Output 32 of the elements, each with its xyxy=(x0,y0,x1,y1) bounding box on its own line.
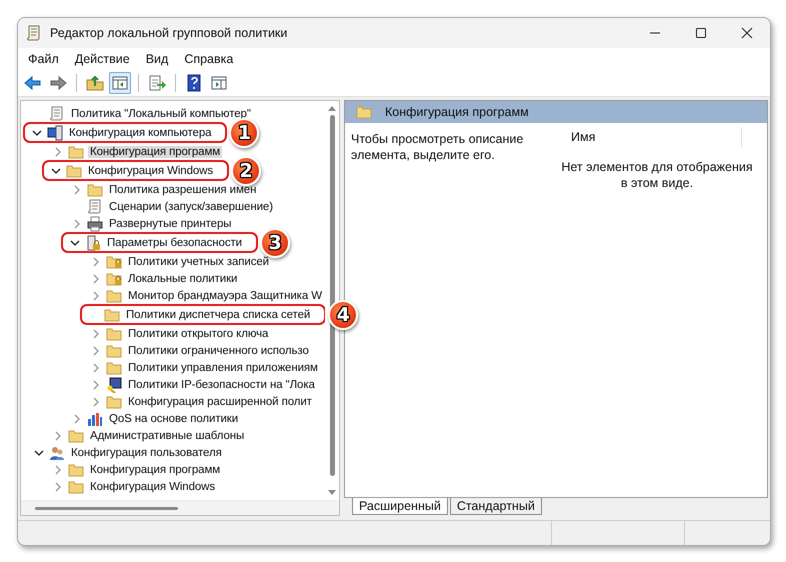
tree-item[interactable]: Политики учетных записей xyxy=(126,256,271,268)
tree-item[interactable]: Локальные политики xyxy=(126,272,240,284)
view-tab[interactable]: Расширенный xyxy=(352,498,448,515)
tree-item[interactable]: Монитор брандмауэра Защитника W xyxy=(126,290,324,302)
tree-item[interactable]: Политики открытого ключа xyxy=(126,328,270,340)
tree-item[interactable]: Развернутые принтеры xyxy=(107,218,234,230)
tree-item[interactable]: Конфигурация программ xyxy=(88,146,222,158)
tree-item[interactable]: Политики ограниченного использо xyxy=(126,344,311,356)
column-header[interactable]: Имя xyxy=(547,127,742,147)
description-text: Чтобы просмотреть описание элемента, выделите его. xyxy=(350,131,524,164)
empty-message: Нет элементов для отображения в этом виде. xyxy=(560,159,754,191)
tree-item[interactable]: Сценарии (запуск/завершение) xyxy=(107,200,275,212)
step-number-badge: 3 xyxy=(260,228,290,258)
tree-item[interactable]: Административные шаблоны xyxy=(88,430,246,442)
tree-item[interactable]: Конфигурация расширенной полит xyxy=(126,396,314,408)
menu-item[interactable]: Вид xyxy=(146,52,168,66)
step-number-badge: 1 xyxy=(229,118,260,148)
tree-item[interactable]: Политики управления приложениям xyxy=(126,362,320,374)
tree-item[interactable]: QoS на основе политики xyxy=(107,412,240,424)
menu-item[interactable]: Справка xyxy=(184,52,234,66)
tree-item[interactable]: Политики IP-безопасности на "Лока xyxy=(126,378,317,390)
view-tab[interactable]: Стандартный xyxy=(450,498,542,515)
tree-item[interactable]: Конфигурация программ xyxy=(88,464,222,476)
step-number-badge: 2 xyxy=(231,156,262,186)
window-title: Редактор локальной групповой политики xyxy=(50,26,288,40)
tree-item[interactable]: Конфигурация Windows xyxy=(88,480,218,492)
menu-item[interactable]: Файл xyxy=(28,52,59,66)
tree-item[interactable]: Конфигурация пользователя xyxy=(69,446,224,458)
menu-item[interactable]: Действие xyxy=(74,52,130,66)
tree-item[interactable]: Политика "Локальный компьютер" xyxy=(69,108,253,120)
tree-item[interactable]: Политика разрешения имен xyxy=(107,184,258,196)
details-title: Конфигурация программ xyxy=(385,105,529,119)
